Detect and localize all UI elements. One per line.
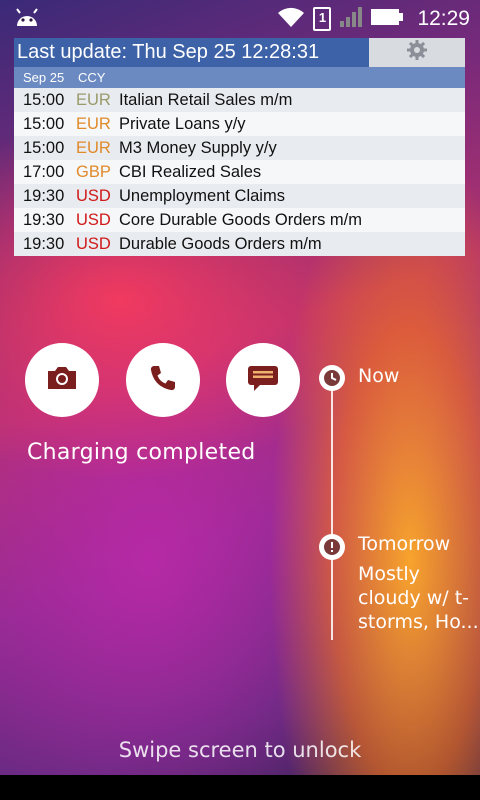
event-title: Private Loans y/y: [119, 114, 246, 133]
event-time: 19:30: [23, 234, 65, 253]
weather-forecast[interactable]: Mostly cloudy w/ t- storms, Ho...: [358, 562, 480, 634]
column-header-date: Sep 25: [23, 70, 65, 85]
event-time: 15:00: [23, 90, 65, 109]
event-currency: USD: [76, 186, 111, 205]
messaging-shortcut-button[interactable]: [226, 343, 300, 417]
event-title: M3 Money Supply y/y: [119, 138, 277, 157]
android-icon: [14, 8, 40, 32]
clock-icon: [319, 365, 345, 391]
event-time: 17:00: [23, 162, 65, 181]
clock: 12:29: [417, 7, 470, 30]
timeline-line: [331, 378, 333, 640]
phone-icon: [148, 363, 178, 397]
event-row[interactable]: 19:30 USD Core Durable Goods Orders m/m: [14, 208, 465, 232]
widget-header: Last update: Thu Sep 25 12:28:31: [14, 38, 465, 67]
sim-icon: 1: [313, 7, 332, 31]
weather-alert-icon: [319, 534, 345, 560]
event-time: 19:30: [23, 210, 65, 229]
column-header: Sep 25 CCY: [14, 67, 465, 88]
event-currency: EUR: [76, 138, 111, 157]
charging-status: Charging completed: [27, 440, 256, 465]
weather-now-label: Now: [358, 365, 400, 387]
event-title: Unemployment Claims: [119, 186, 285, 205]
column-header-currency: CCY: [78, 70, 106, 85]
event-row[interactable]: 19:30 USD Unemployment Claims: [14, 184, 465, 208]
event-currency: USD: [76, 210, 111, 229]
gear-icon: [406, 39, 428, 66]
event-title: CBI Realized Sales: [119, 162, 262, 181]
forecast-line: Mostly: [358, 563, 420, 585]
event-row[interactable]: 15:00 EUR M3 Money Supply y/y: [14, 136, 465, 160]
settings-button[interactable]: [369, 38, 465, 67]
event-title: Core Durable Goods Orders m/m: [119, 210, 362, 229]
event-time: 15:00: [23, 138, 65, 157]
signal-icon: [339, 6, 363, 32]
event-currency: GBP: [76, 162, 111, 181]
event-title: Durable Goods Orders m/m: [119, 234, 322, 253]
wifi-icon: [277, 6, 305, 32]
camera-icon: [46, 365, 78, 395]
bottom-bar: [0, 775, 480, 800]
camera-shortcut-button[interactable]: [25, 343, 99, 417]
sim-label: 1: [318, 10, 327, 25]
unlock-hint: Swipe screen to unlock: [118, 738, 362, 762]
economic-calendar-widget[interactable]: Last update: Thu Sep 25 12:28:31 Sep 25 …: [14, 38, 465, 256]
event-time: 15:00: [23, 114, 65, 133]
phone-shortcut-button[interactable]: [126, 343, 200, 417]
event-row[interactable]: 17:00 GBP CBI Realized Sales: [14, 160, 465, 184]
event-currency: USD: [76, 234, 111, 253]
weather-tomorrow-label: Tomorrow: [358, 533, 451, 555]
event-time: 19:30: [23, 186, 65, 205]
event-currency: EUR: [76, 114, 111, 133]
forecast-line: cloudy w/ t-: [358, 587, 470, 609]
event-row[interactable]: 15:00 EUR Private Loans y/y: [14, 112, 465, 136]
last-update-text: Last update: Thu Sep 25 12:28:31: [14, 38, 369, 67]
event-row[interactable]: 19:30 USD Durable Goods Orders m/m: [14, 232, 465, 256]
forecast-line: storms, Ho...: [358, 611, 479, 633]
event-row[interactable]: 15:00 EUR Italian Retail Sales m/m: [14, 88, 465, 112]
event-title: Italian Retail Sales m/m: [119, 90, 293, 109]
event-currency: EUR: [76, 90, 111, 109]
battery-icon: [371, 8, 404, 30]
event-list: 15:00 EUR Italian Retail Sales m/m 15:00 EUR…: [14, 88, 465, 256]
status-bar: 1 12:29: [0, 0, 480, 38]
message-icon: [246, 363, 280, 397]
